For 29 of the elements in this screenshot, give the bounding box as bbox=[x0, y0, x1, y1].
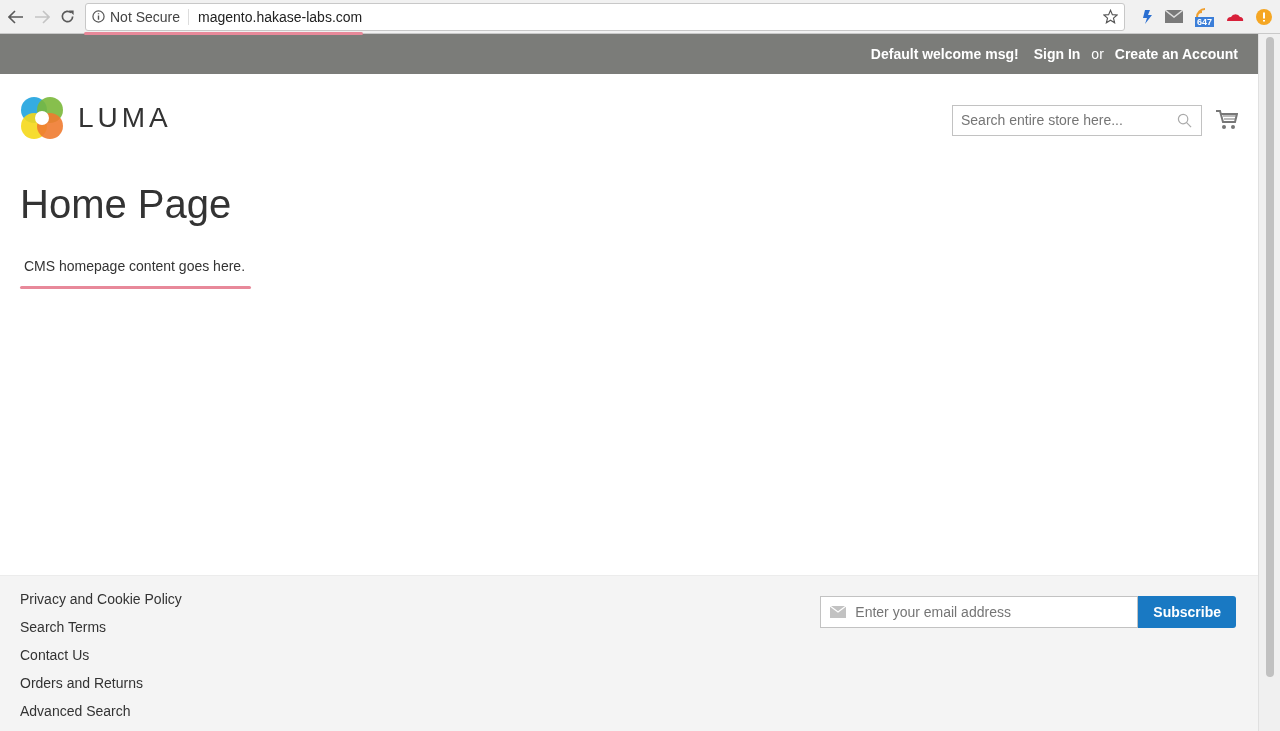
reload-icon[interactable] bbox=[60, 9, 75, 24]
count-badge: 647 bbox=[1194, 16, 1214, 27]
email-field[interactable]: Enter your email address bbox=[820, 596, 1139, 628]
footer-link[interactable]: Advanced Search bbox=[20, 703, 131, 719]
scrollbar[interactable] bbox=[1258, 34, 1280, 731]
welcome-message: Default welcome msg! bbox=[870, 46, 1019, 62]
logo[interactable]: LUMA bbox=[20, 96, 172, 140]
create-account-link[interactable]: Create an Account bbox=[1114, 46, 1238, 62]
url-text: magento.hakase-labs.com bbox=[198, 8, 363, 25]
security-label: Not Secure bbox=[110, 8, 190, 25]
info-icon bbox=[92, 10, 105, 23]
footer-link[interactable]: Contact Us bbox=[20, 647, 90, 663]
sign-in-link[interactable]: Sign In bbox=[1033, 46, 1081, 62]
or-text: or bbox=[1091, 46, 1104, 62]
footer-link[interactable]: Privacy and Cookie Policy bbox=[20, 591, 182, 607]
mail-icon[interactable] bbox=[1164, 10, 1183, 23]
star-icon[interactable] bbox=[1102, 9, 1118, 24]
logo-icon bbox=[20, 96, 64, 140]
back-arrow-icon[interactable] bbox=[8, 9, 24, 24]
search-icon bbox=[1177, 112, 1192, 128]
footer-link[interactable]: Search Terms bbox=[20, 619, 107, 635]
footer-link[interactable]: Orders and Returns bbox=[20, 675, 143, 691]
shopping-cart-icon[interactable] bbox=[1216, 110, 1238, 130]
subscribe-button[interactable]: Subscribe bbox=[1138, 596, 1236, 628]
page-title: Home Page bbox=[20, 182, 233, 227]
logo-text: LUMA bbox=[78, 102, 172, 134]
page-content-text: CMS homepage content goes here. bbox=[24, 258, 247, 274]
search-field[interactable]: Search entire store here... bbox=[952, 104, 1202, 136]
cloud-icon[interactable] bbox=[1226, 11, 1244, 22]
